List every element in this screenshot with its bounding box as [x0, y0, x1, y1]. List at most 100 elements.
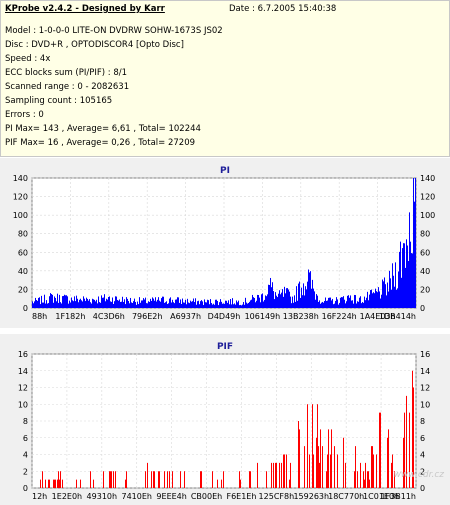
data-bar [42, 471, 43, 488]
data-bar [308, 269, 309, 308]
data-bar [323, 302, 324, 308]
data-bar [55, 479, 56, 488]
info-pi-summary: PI Max= 143 , Average= 6,61 , Total= 102… [5, 124, 201, 134]
data-bar [137, 301, 138, 308]
y-tick-label-left: 20 [18, 285, 28, 294]
data-bar [218, 305, 219, 308]
data-bar [139, 297, 140, 308]
data-bar [317, 295, 318, 308]
data-bar [111, 301, 112, 308]
data-bar [402, 248, 403, 308]
data-bar [330, 454, 331, 488]
data-bar [285, 293, 286, 308]
data-bar [169, 298, 170, 308]
data-bar [240, 479, 241, 488]
data-bar [316, 437, 317, 488]
data-bar [85, 301, 86, 308]
data-bar [293, 302, 294, 308]
data-bar [335, 300, 336, 308]
data-bar [252, 294, 253, 308]
data-bar [57, 293, 58, 308]
data-bar [277, 297, 278, 308]
x-tick-label: 125CF8h [259, 492, 295, 501]
data-bar [189, 303, 190, 308]
x-tick-label: 88h [32, 312, 47, 321]
data-bar [374, 293, 375, 308]
pi-chart: PI 0 0 20 20 40 40 60 60 80 80 100 100 120 120 140 140 88… [13, 166, 436, 321]
data-bar [224, 303, 225, 308]
data-bar [82, 301, 83, 308]
data-bar [163, 296, 164, 308]
data-bar [72, 300, 73, 308]
data-bar [198, 300, 199, 308]
data-bar [324, 301, 325, 308]
pi-chart-panel: PI 0 0 20 20 40 40 60 60 80 80 100 100 120 120 140 140 88… [0, 158, 450, 328]
data-bar [219, 302, 220, 308]
y-tick-label-left: 16 [18, 350, 28, 359]
data-bar [175, 299, 176, 308]
data-bar [49, 479, 50, 488]
data-bar [34, 301, 35, 308]
data-bar [284, 286, 285, 308]
data-bar [87, 298, 88, 308]
data-bar [74, 296, 75, 308]
data-bar [54, 296, 55, 308]
data-bar [162, 296, 163, 308]
x-tick-label: 1DB414h [379, 312, 416, 321]
data-bar [248, 302, 249, 308]
data-bar [160, 301, 161, 308]
y-tick-label-right: 20 [420, 285, 430, 294]
data-bar [389, 270, 390, 308]
data-bar [97, 303, 98, 308]
data-bar [360, 462, 361, 488]
data-bar [49, 296, 50, 308]
data-bar [365, 462, 366, 488]
data-bar [298, 283, 299, 308]
pif-chart: PIF0 02 24 46 68 810 1012 1214 1416 1612h 1E2E0h 49… [18, 342, 430, 501]
data-bar [251, 299, 252, 308]
x-tick-label: 1F182h [55, 312, 85, 321]
data-bar [184, 302, 185, 308]
data-bar [129, 303, 130, 308]
data-bar [283, 454, 284, 488]
data-bar [36, 299, 37, 308]
info-speed: Speed : 4x [5, 54, 51, 64]
data-bar [254, 297, 255, 308]
data-bar [86, 297, 87, 308]
data-bar [300, 297, 301, 308]
data-bar [279, 462, 280, 488]
data-bar [255, 302, 256, 308]
data-bar [135, 301, 136, 308]
data-bar [187, 298, 188, 308]
data-bar [60, 471, 61, 488]
data-bar [369, 294, 370, 308]
data-bar [59, 294, 60, 308]
data-bar [40, 304, 41, 308]
data-bar [366, 297, 367, 308]
y-tick-label-left: 0 [23, 484, 28, 493]
data-bar [234, 303, 235, 308]
data-bar [45, 479, 46, 488]
data-bar [388, 291, 389, 308]
data-bar [147, 303, 148, 308]
data-bar [133, 301, 134, 308]
data-bar [316, 294, 317, 308]
data-bar [413, 178, 414, 308]
data-bar [105, 301, 106, 308]
data-bar [391, 462, 392, 488]
data-bar [370, 290, 371, 308]
data-bar [196, 304, 197, 308]
data-bar [371, 446, 372, 488]
data-bar [404, 243, 405, 308]
data-bar [57, 479, 58, 488]
data-bar [246, 302, 247, 308]
data-bar [411, 253, 412, 308]
data-bar [395, 262, 396, 308]
data-bar [136, 304, 137, 308]
data-bar [240, 304, 241, 308]
data-bar [165, 302, 166, 308]
y-tick-label-left: 40 [18, 267, 28, 276]
data-bar [279, 290, 280, 308]
data-bar [273, 291, 274, 308]
data-bar [262, 293, 263, 308]
